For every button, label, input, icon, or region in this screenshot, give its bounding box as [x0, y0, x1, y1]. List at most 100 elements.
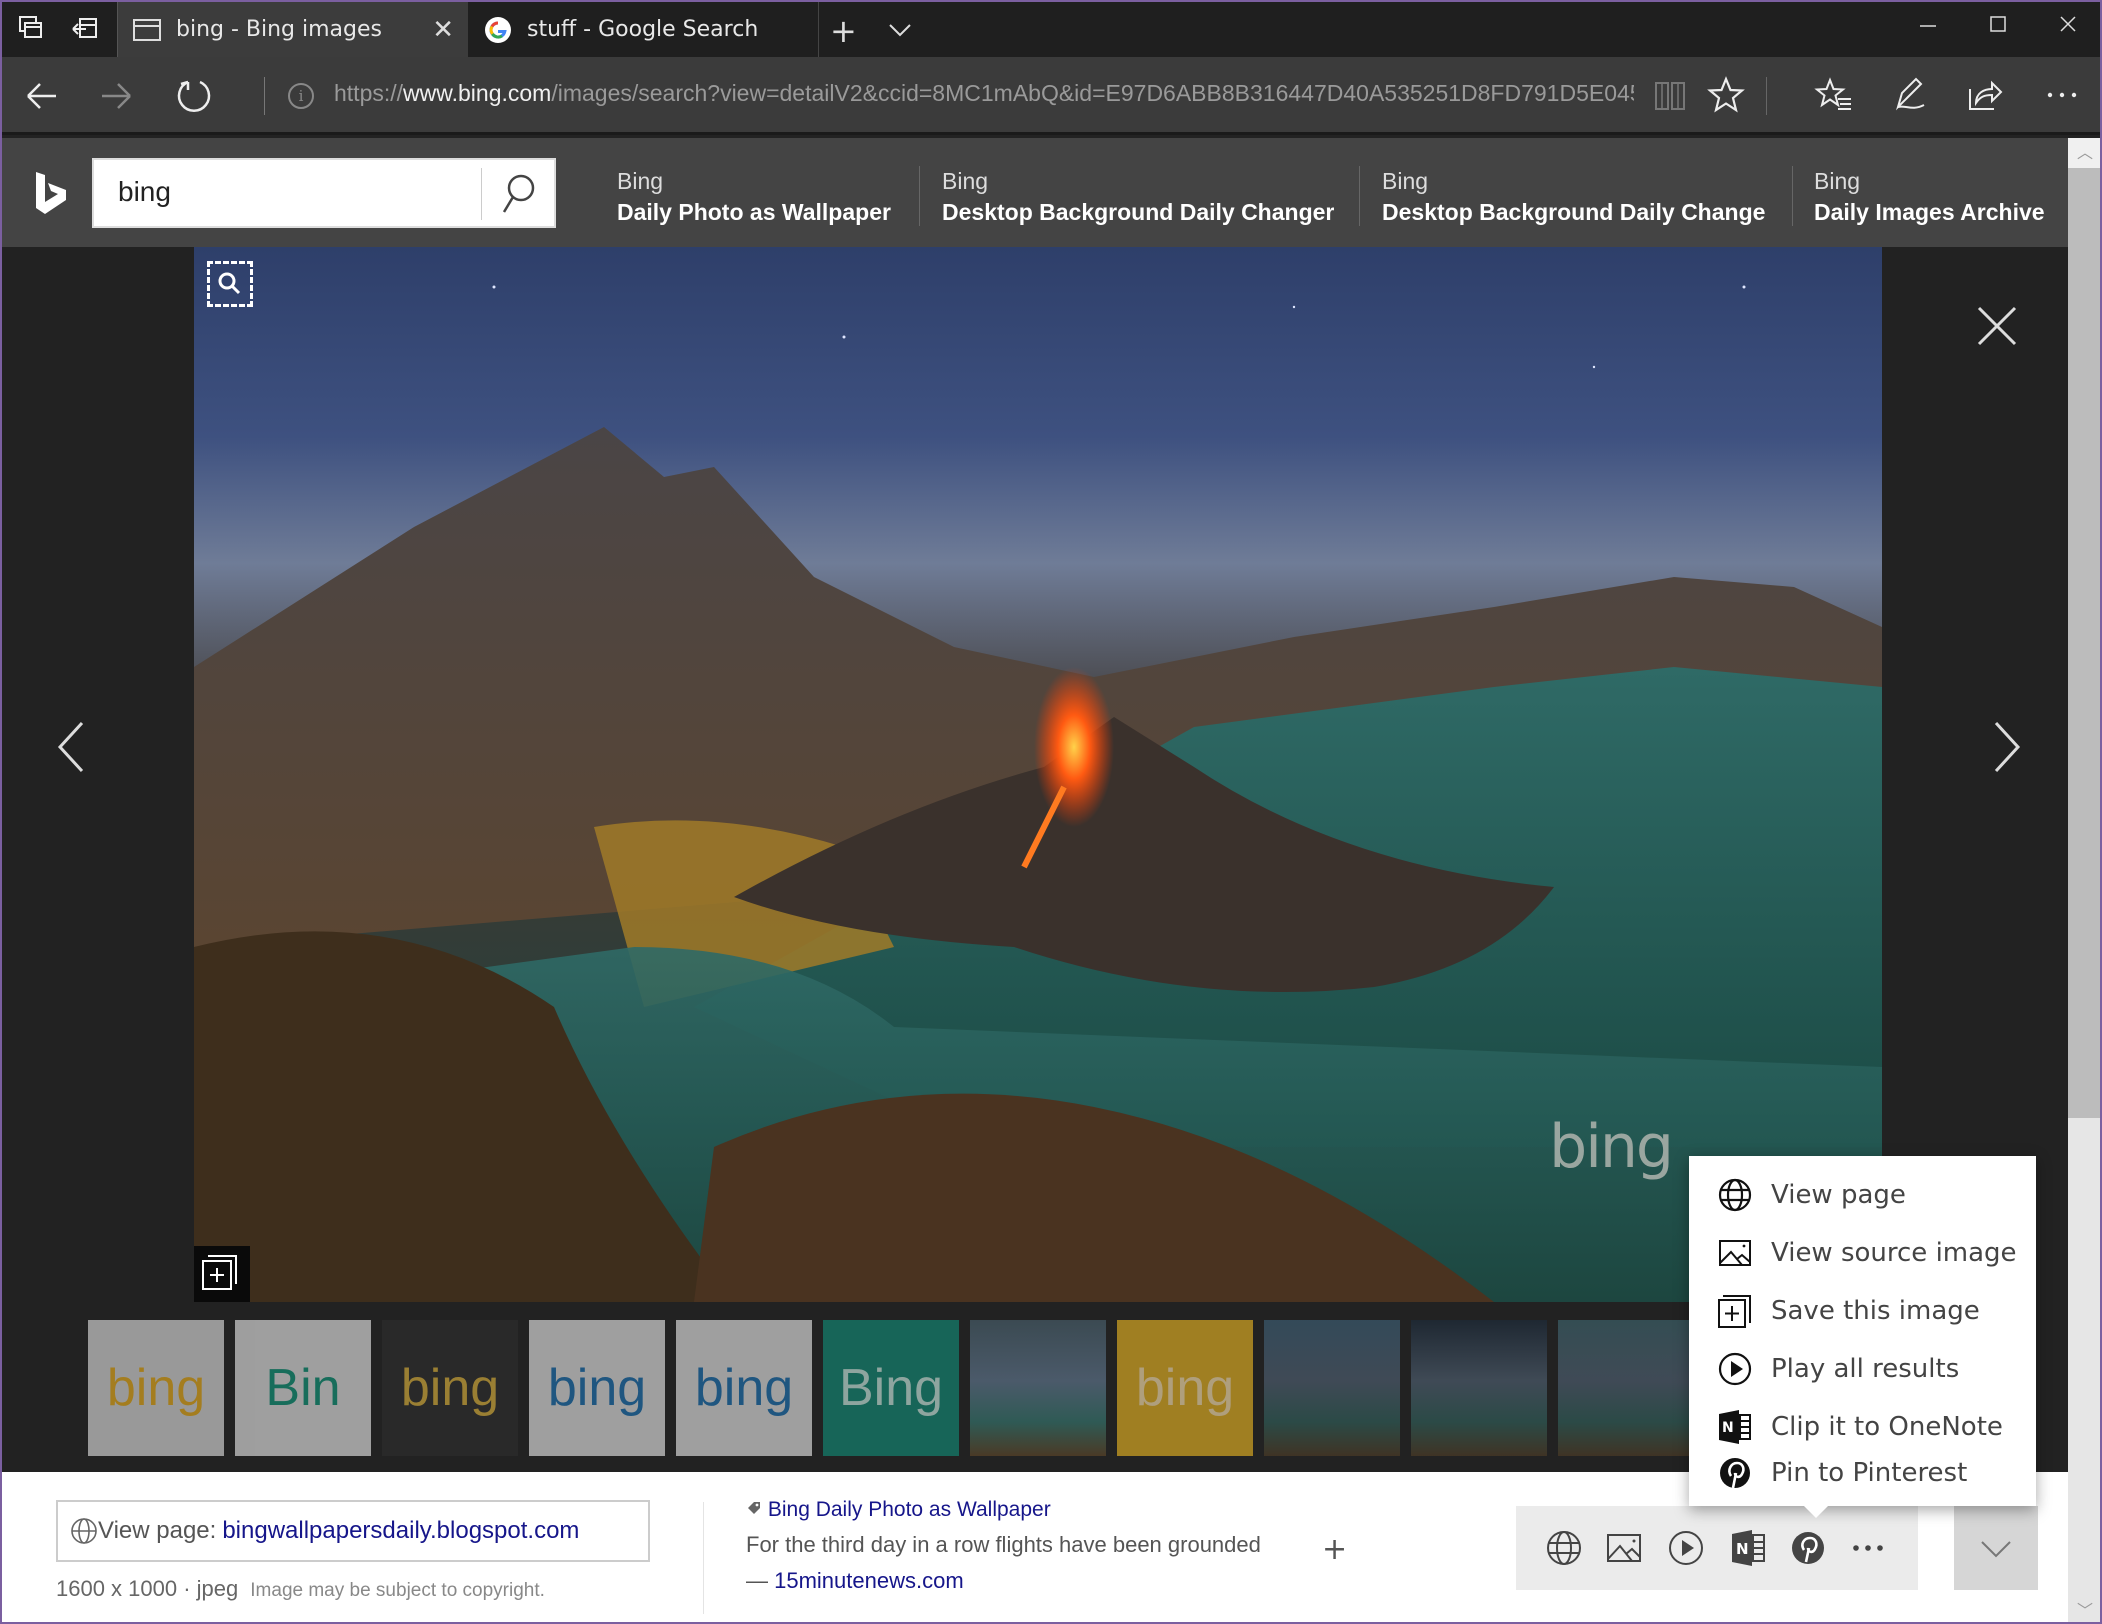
- related-search-3[interactable]: Bing Desktop Background Daily Change: [1382, 168, 1765, 232]
- thumbnail-6[interactable]: Bing: [823, 1320, 959, 1456]
- onenote-icon: N: [1732, 1530, 1765, 1566]
- more-actions-menu: View page View source image Save this im…: [1689, 1156, 2036, 1506]
- thumbnail-label: bing: [106, 1359, 206, 1417]
- close-tab-icon[interactable]: ✕: [432, 15, 454, 45]
- main-image[interactable]: bing: [194, 247, 1882, 1302]
- related-search-source: Bing: [942, 168, 989, 194]
- search-input[interactable]: bing: [118, 176, 171, 208]
- source-site: — 15minutenews.com: [746, 1568, 1261, 1594]
- expand-description-button[interactable]: +: [1322, 1532, 1347, 1567]
- minimize-button[interactable]: [1916, 12, 1940, 42]
- thumbnail-8[interactable]: bing: [1117, 1320, 1253, 1456]
- url-field[interactable]: https://www.bing.com/images/search?view=…: [334, 80, 1634, 114]
- toolbar-divider: [1766, 77, 1767, 115]
- related-search-title: Desktop Background Daily Changer: [942, 199, 1335, 225]
- favorite-star-icon[interactable]: [1706, 75, 1746, 115]
- pinterest-action[interactable]: [1786, 1526, 1830, 1570]
- thumbnail-2[interactable]: Bin: [235, 1320, 371, 1456]
- thumbnail-10[interactable]: [1411, 1320, 1547, 1456]
- view-page-link[interactable]: bingwallpapersdaily.blogspot.com: [222, 1517, 579, 1545]
- tab-google-search[interactable]: stuff - Google Search: [469, 2, 819, 57]
- search-button[interactable]: [490, 168, 544, 220]
- maximize-button[interactable]: [1986, 12, 2010, 42]
- copyright-notice: Image may be subject to copyright.: [250, 1580, 545, 1601]
- tab-bing-images[interactable]: bing - Bing images ✕: [117, 2, 468, 57]
- next-image-button[interactable]: [1986, 717, 2026, 777]
- pinterest-icon: [1720, 1458, 1750, 1489]
- view-source-image-action[interactable]: [1602, 1526, 1646, 1570]
- scrollbar-thumb[interactable]: [2068, 168, 2100, 1118]
- tag-icon: [748, 1502, 760, 1514]
- scroll-down-arrow[interactable]: ﹀: [2068, 1596, 2100, 1622]
- tab-bar: bing - Bing images ✕ stuff - Google Sear…: [2, 2, 2100, 57]
- bing-logo-icon[interactable]: [34, 170, 68, 222]
- thumbnail-5[interactable]: bing: [676, 1320, 812, 1456]
- source-title-link[interactable]: Bing Daily Photo as Wallpaper: [746, 1498, 1261, 1522]
- menu-item-pin-to-pinterest[interactable]: Pin to Pinterest: [1717, 1448, 1967, 1498]
- related-search-title: Daily Photo as Wallpaper: [617, 199, 891, 225]
- expand-details-button[interactable]: [1954, 1506, 2038, 1590]
- related-search-source: Bing: [617, 168, 664, 194]
- set-tabs-aside-icon[interactable]: [70, 14, 100, 44]
- new-tab-button[interactable]: +: [830, 12, 857, 50]
- bing-watermark: bing: [1549, 1112, 1674, 1182]
- play-icon: [1669, 1531, 1703, 1565]
- url-path: /images/search?view=detailV2&ccid=8MC1mA…: [551, 80, 1634, 106]
- reading-view-icon[interactable]: [1650, 75, 1690, 115]
- related-divider: [1359, 166, 1360, 226]
- refresh-button[interactable]: [172, 74, 216, 118]
- page-icon: [133, 18, 161, 41]
- thumbnail-label: bing: [400, 1359, 500, 1417]
- menu-item-view-source-image[interactable]: View source image: [1717, 1228, 2017, 1278]
- share-icon[interactable]: [1964, 75, 2004, 115]
- tab-preview-icon[interactable]: [16, 14, 46, 44]
- view-page-button[interactable]: View page: bingwallpapersdaily.blogspot.…: [56, 1500, 650, 1562]
- more-menu-icon[interactable]: [2042, 75, 2082, 115]
- menu-item-save-this-image[interactable]: Save this image: [1717, 1286, 1980, 1336]
- vertical-scrollbar[interactable]: ︿ ﹀: [2068, 138, 2100, 1622]
- source-site-link[interactable]: 15minutenews.com: [774, 1568, 964, 1593]
- search-divider: [481, 168, 482, 220]
- web-note-pen-icon[interactable]: [1890, 75, 1930, 115]
- related-search-2[interactable]: Bing Desktop Background Daily Changer: [942, 168, 1334, 232]
- thumbnail-9[interactable]: [1264, 1320, 1400, 1456]
- favorites-hub-icon[interactable]: [1814, 75, 1854, 115]
- thumbnail-7[interactable]: [970, 1320, 1106, 1456]
- previous-image-button[interactable]: [52, 717, 92, 777]
- forward-button[interactable]: [94, 74, 138, 118]
- back-button[interactable]: [20, 74, 64, 118]
- google-icon: [485, 16, 511, 43]
- chevron-right-icon: [1994, 721, 2021, 773]
- chevron-down-icon: [1981, 1541, 2011, 1558]
- close-window-button[interactable]: [2056, 12, 2080, 42]
- visual-search-button[interactable]: [207, 261, 253, 307]
- view-page-action[interactable]: [1542, 1526, 1586, 1570]
- menu-item-view-page[interactable]: View page: [1717, 1170, 1906, 1220]
- thumbnail-4[interactable]: bing: [529, 1320, 665, 1456]
- thumbnail-3[interactable]: bing: [382, 1320, 518, 1456]
- source-description: For the third day in a row flights have …: [746, 1532, 1261, 1557]
- related-search-source: Bing: [1814, 168, 1861, 194]
- menu-item-label: Clip it to OneNote: [1771, 1412, 2003, 1442]
- play-all-action[interactable]: [1664, 1526, 1708, 1570]
- search-box[interactable]: bing: [92, 158, 556, 228]
- site-info-icon[interactable]: i: [288, 83, 314, 109]
- related-search-1[interactable]: Bing Daily Photo as Wallpaper: [617, 168, 891, 232]
- menu-item-play-all-results[interactable]: Play all results: [1717, 1344, 1959, 1394]
- tab-list-chevron-icon[interactable]: [886, 16, 914, 48]
- thumbnail-1[interactable]: bing: [88, 1320, 224, 1456]
- menu-item-clip-to-onenote[interactable]: N Clip it to OneNote: [1717, 1402, 2003, 1452]
- more-actions-button[interactable]: [1846, 1526, 1890, 1570]
- play-icon: [1718, 1352, 1752, 1386]
- scroll-up-arrow[interactable]: ︿: [2068, 138, 2100, 168]
- save-to-collection-button[interactable]: [194, 1246, 250, 1302]
- thumbnail-11[interactable]: [1558, 1320, 1694, 1456]
- onenote-action[interactable]: N: [1726, 1526, 1770, 1570]
- add-collection-icon: [202, 1255, 237, 1290]
- magnifier-icon: [218, 272, 241, 295]
- related-search-4[interactable]: Bing Daily Images Archive: [1814, 168, 2045, 232]
- close-viewer-button[interactable]: [1974, 303, 2020, 349]
- onenote-icon: N: [1719, 1410, 1751, 1444]
- thumbnail-label: bing: [547, 1359, 647, 1417]
- browser-window: bing - Bing images ✕ stuff - Google Sear…: [0, 0, 2102, 1624]
